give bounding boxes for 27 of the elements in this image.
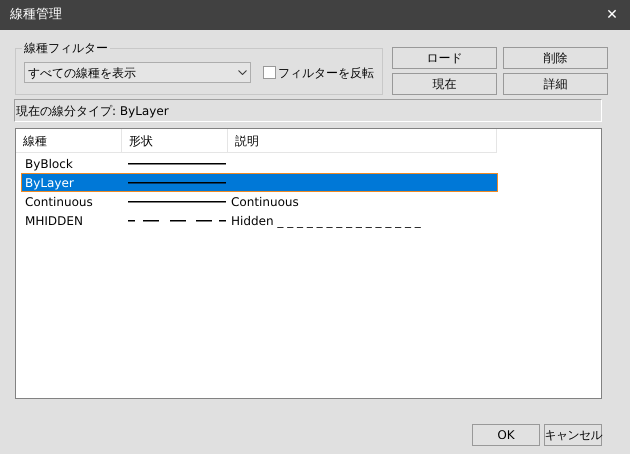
column-header[interactable]: 形状 (122, 129, 228, 152)
linetype-row[interactable]: MHIDDEN Hidden _ _ _ _ _ _ _ _ _ _ _ _ _ _ _ (21, 211, 498, 230)
linetype-row[interactable]: Continuous Continuous (21, 192, 498, 211)
invert-label: フィルターを反転 (278, 64, 374, 82)
action-button[interactable]: 詳細 (503, 72, 608, 94)
ok-button[interactable]: OK (472, 424, 540, 446)
linetype-dropdown[interactable]: すべての線種を表示 (24, 62, 251, 83)
linetype-name: Continuous (25, 194, 93, 208)
current-linetype-field: 現在の線分タイプ: ByLayer (14, 99, 602, 122)
linetype-name: ByBlock (25, 156, 73, 170)
action-button[interactable]: 削除 (503, 47, 608, 69)
invert-checkbox[interactable] (263, 66, 276, 79)
linetype-description: Hidden _ _ _ _ _ _ _ _ _ _ _ _ _ _ _ (231, 214, 421, 228)
action-button[interactable]: 現在 (392, 72, 497, 94)
close-button[interactable]: ✕ (602, 4, 622, 26)
linetype-row[interactable]: ByLayer (21, 173, 498, 192)
linetype-name: ByLayer (25, 176, 74, 190)
column-header[interactable]: 線種 (16, 129, 122, 152)
linetype-row[interactable]: ByBlock (21, 154, 498, 173)
group-legend: 線種フィルター (22, 39, 110, 57)
column-header[interactable]: 説明 (228, 129, 497, 152)
linetype-name: MHIDDEN (25, 214, 83, 228)
action-button[interactable]: ロード (392, 47, 497, 69)
linetype-description: Continuous (231, 194, 299, 208)
cancel-button[interactable]: キャンセル (544, 424, 602, 446)
window-title: 線種管理 (10, 6, 62, 24)
chevron-down-icon (238, 70, 247, 75)
